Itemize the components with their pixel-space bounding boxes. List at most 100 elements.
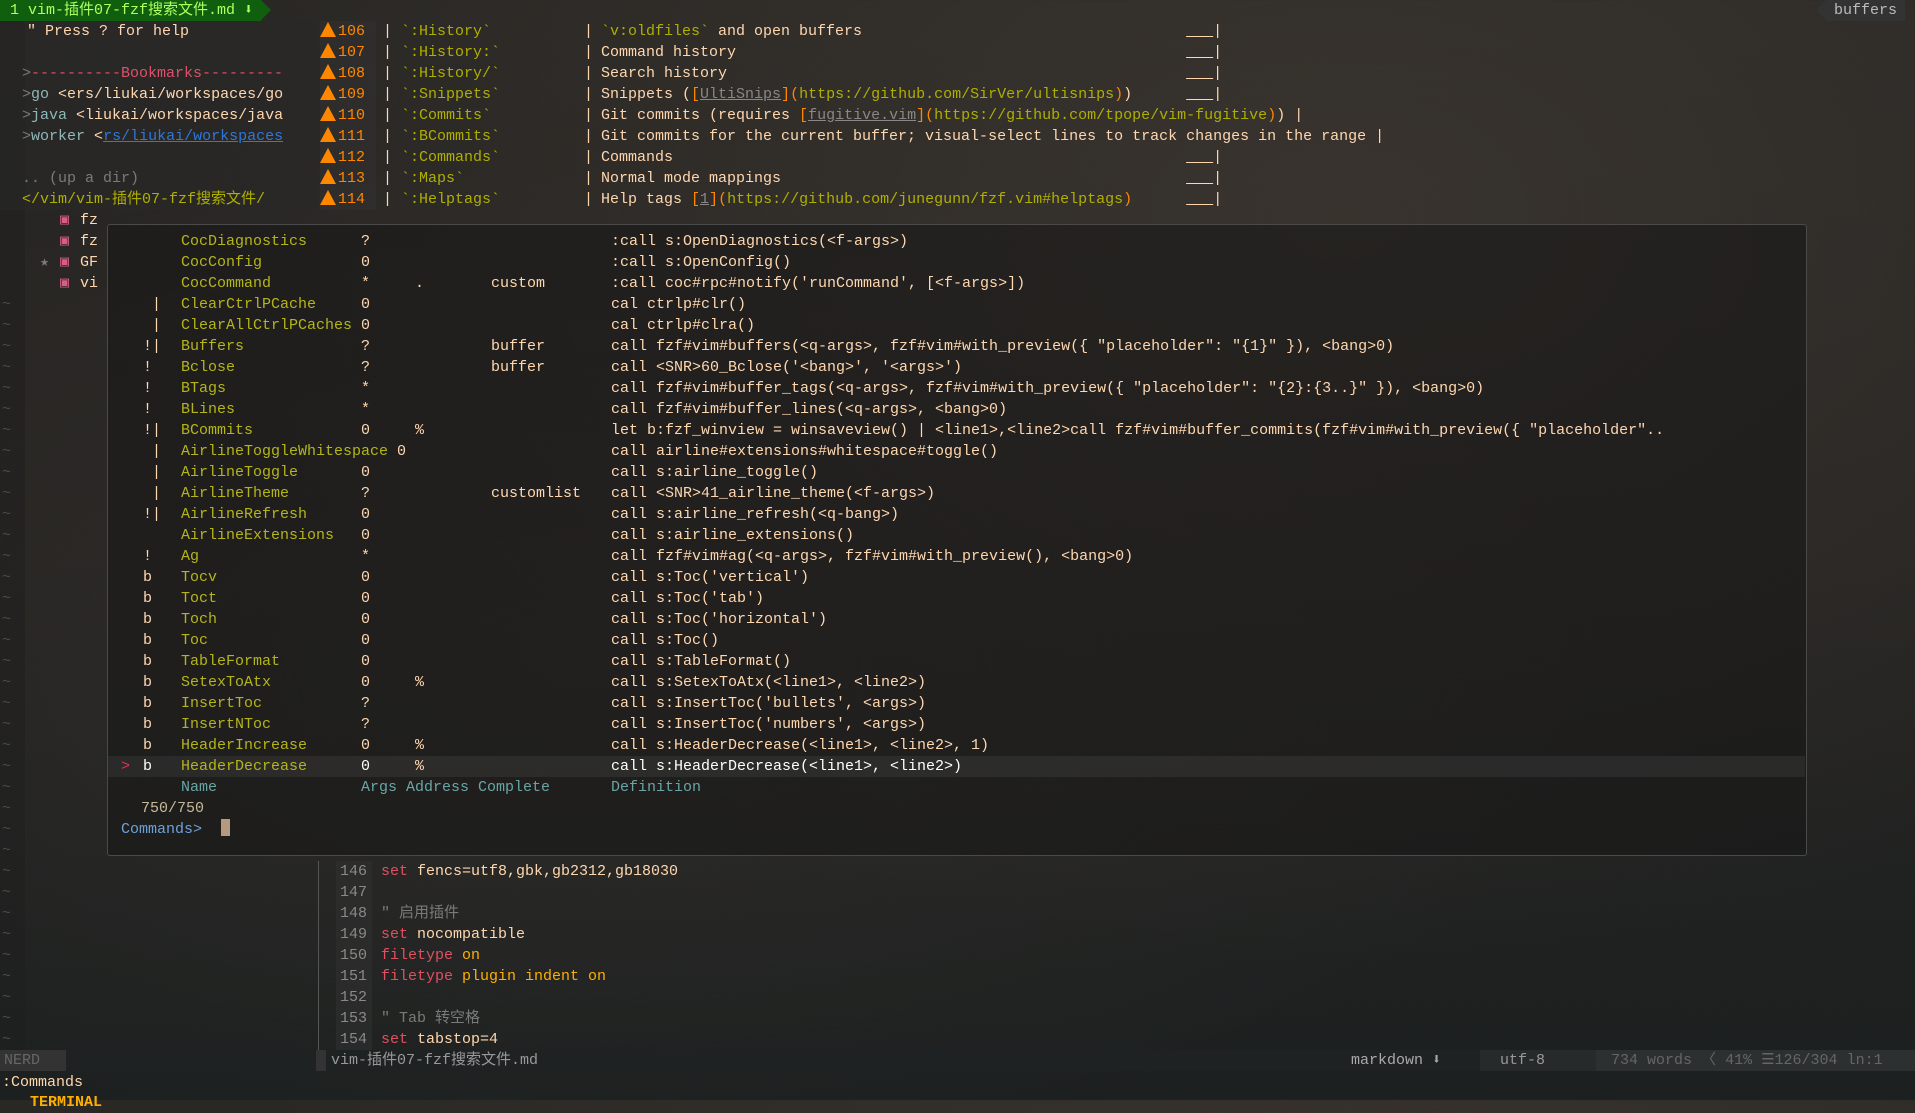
doc-line[interactable]: 109 | `:Snippets` | Snippets ([UltiSnips](ht…: [0, 84, 1915, 105]
command-flags: !: [143, 380, 153, 397]
doc-command: `:Commands`: [401, 149, 501, 166]
command-row[interactable]: | ClearCtrlPCache 0 cal ctrlp#clr(): [108, 294, 1805, 315]
command-row[interactable]: | AirlineToggle 0 call s:airline_toggle(): [108, 462, 1805, 483]
desc-segment: ]: [781, 86, 791, 103]
line-number: 107: [338, 44, 366, 61]
code-token: fencs=utf8,gbk,gb2312,gb18030: [408, 863, 679, 880]
editor-line[interactable]: 154 set tabstop=4: [0, 1029, 1915, 1050]
empty-line-tilde: ~: [2, 737, 12, 754]
desc-segment[interactable]: https://github.com/junegunn/fzf.vim#help…: [727, 191, 1123, 208]
doc-line[interactable]: 114 | `:Helptags` | Help tags [1](https://gi…: [0, 189, 1915, 210]
desc-segment[interactable]: UltiSnips: [700, 86, 781, 103]
command-args: 0: [361, 590, 371, 607]
doc-description: Commands |: [601, 149, 1223, 166]
command-row[interactable]: !| Buffers? buffer call fzf#vim#buffers(<q-…: [108, 336, 1805, 357]
editor-line[interactable]: 150 filetype on: [0, 945, 1915, 966]
command-args: 0: [361, 632, 371, 649]
doc-command: `:History:`: [401, 44, 501, 61]
line-number: 149: [340, 926, 368, 943]
star-icon: ★: [40, 254, 50, 271]
command-name: CocDiagnostics: [181, 233, 308, 250]
warning-sign: 114: [320, 189, 376, 210]
command-flags: |: [143, 464, 162, 481]
doc-line[interactable]: 111 | `:BCommits` | Git commits for the curr…: [0, 126, 1915, 147]
filetype-text: markdown: [1351, 1052, 1424, 1069]
desc-segment[interactable]: https://github.com/tpope/vim-fugitive: [934, 107, 1267, 124]
command-row[interactable]: | AirlineTheme? customlist call <SNR>41_air…: [108, 483, 1805, 504]
editor-line[interactable]: 153 " Tab 转空格: [0, 1008, 1915, 1029]
doc-line[interactable]: 107 | `:History:` | Command history |: [0, 42, 1915, 63]
command-row[interactable]: ! Ag * call fzf#vim#ag(<q-args>, fzf#vim#wi…: [108, 546, 1805, 567]
tab-active-buffer[interactable]: 1 vim-插件07-fzf搜索文件.md ⬇: [0, 0, 272, 21]
command-row[interactable]: CocCommand *. custom:call coc#rpc#notify('…: [108, 273, 1805, 294]
editor-line[interactable]: 148 " 启用插件: [0, 903, 1915, 924]
command-row[interactable]: b InsertToc? call s:InsertToc('bullets', <…: [108, 693, 1805, 714]
command-row[interactable]: b InsertNToc? call s:InsertToc('numbers', …: [108, 714, 1805, 735]
command-name: InsertNToc: [181, 716, 272, 733]
command-address: %: [415, 422, 425, 439]
command-name: AirlineToggle: [181, 464, 299, 481]
command-name: Tocv: [181, 569, 218, 586]
command-args: 0: [361, 422, 371, 439]
command-row[interactable]: ! Bclose? buffer call <SNR>60_Bclose('<bang…: [108, 357, 1805, 378]
doc-line[interactable]: 108 | `:History/` | Search history |: [0, 63, 1915, 84]
doc-description: Snippets ([UltiSnips](https://github.com…: [601, 86, 1223, 103]
command-row[interactable]: > b HeaderDecrease 0% call s:HeaderDecrease(…: [108, 756, 1805, 777]
command-row[interactable]: | AirlineToggleWhitespace 0 call airline#ex…: [108, 441, 1805, 462]
editor-line[interactable]: 149 set nocompatible: [0, 924, 1915, 945]
table-bar: |: [383, 107, 393, 124]
desc-segment: [: [799, 107, 809, 124]
command-row[interactable]: b HeaderIncrease 0% call s:HeaderDecrease(<…: [108, 735, 1805, 756]
doc-line[interactable]: 112 | `:Commands` | Commands |: [0, 147, 1915, 168]
command-row[interactable]: b Toct 0 call s:Toc('tab'): [108, 588, 1805, 609]
editor-line[interactable]: 151 filetype plugin indent on: [0, 966, 1915, 987]
command-args: *: [361, 275, 371, 292]
editor-line[interactable]: 152: [0, 987, 1915, 1008]
doc-line[interactable]: 113 | `:Maps` | Normal mode mappings |: [0, 168, 1915, 189]
command-row[interactable]: CocConfig 0:call s:OpenConfig(): [108, 252, 1805, 273]
column-header: Name Args Address Complete Definition: [0, 777, 1915, 798]
desc-segment[interactable]: https://github.com/SirVer/ultisnips: [799, 86, 1114, 103]
command-flags: |: [143, 296, 162, 313]
command-row[interactable]: ! BTags * call fzf#vim#buffer_tags(<q-args>…: [108, 378, 1805, 399]
command-row[interactable]: b SetexToAtx 0% call s:SetexToAtx(<line1>, …: [108, 672, 1805, 693]
table-bar: |: [383, 23, 393, 40]
command-args: 0: [361, 254, 371, 271]
command-row[interactable]: ! BLines * call fzf#vim#buffer_lines(<q-arg…: [108, 399, 1805, 420]
command-name: HeaderDecrease: [181, 758, 308, 775]
command-row[interactable]: | ClearAllCtrlPCaches 0 cal ctrlp#clra(): [108, 315, 1805, 336]
desc-segment[interactable]: 1: [700, 191, 709, 208]
desc-segment: (: [925, 107, 935, 124]
empty-line-tilde: ~: [2, 611, 12, 628]
editor-line[interactable]: 147: [0, 882, 1915, 903]
command-definition: call s:HeaderDecrease(<line1>, <line2>): [611, 758, 963, 775]
text-cursor: [221, 819, 230, 836]
desc-segment[interactable]: `v:oldfiles`: [601, 23, 709, 40]
command-name: ClearAllCtrlPCaches: [181, 317, 353, 334]
command-row[interactable]: b TableFormat 0 call s:TableFormat(): [108, 651, 1805, 672]
command-row[interactable]: b Toch 0 call s:Toc('horizontal'): [108, 609, 1805, 630]
command-row[interactable]: CocDiagnostics?:call s:OpenDiagnostics(<…: [108, 231, 1805, 252]
command-args: 0: [361, 611, 371, 628]
command-row[interactable]: b Tocv 0 call s:Toc('vertical'): [108, 567, 1805, 588]
doc-line[interactable]: 110 | `:Commits` | Git commits (requires [fu…: [0, 105, 1915, 126]
table-bar: |: [383, 170, 393, 187]
command-line[interactable]: :Commands: [2, 1072, 83, 1093]
terminal-mode: TERMINAL: [30, 1094, 103, 1111]
command-row[interactable]: b Toc 0 call s:Toc(): [108, 630, 1805, 651]
fzf-search-input[interactable]: [221, 819, 230, 840]
doc-command: `:Commits`: [401, 107, 492, 124]
command-row[interactable]: AirlineExtensions 0 call s:airline_extensi…: [108, 525, 1805, 546]
nerd-mode: NERD: [0, 1050, 66, 1071]
doc-line[interactable]: 106 | `:History` | `v:oldfiles` and open buf…: [0, 21, 1915, 42]
command-definition: call fzf#vim#ag(<q-args>, fzf#vim#with_p…: [611, 548, 1134, 565]
command-row[interactable]: !| AirlineRefresh 0 call s:airline_refresh(…: [108, 504, 1805, 525]
command-flags: !: [143, 401, 153, 418]
desc-segment[interactable]: fugitive.vim: [808, 107, 916, 124]
editor-line[interactable]: 146 set fencs=utf8,gbk,gb2312,gb18030: [0, 861, 1915, 882]
fzf-prompt-line[interactable]: Commands>: [0, 819, 1915, 840]
command-definition: let b:fzf_winview = winsaveview() | <lin…: [611, 422, 1665, 439]
command-row[interactable]: !| BCommits 0% let b:fzf_winview = winsavev…: [108, 420, 1805, 441]
command-definition: call s:InsertToc('numbers', <args>): [611, 716, 927, 733]
code-token: nocompatible: [408, 926, 526, 943]
